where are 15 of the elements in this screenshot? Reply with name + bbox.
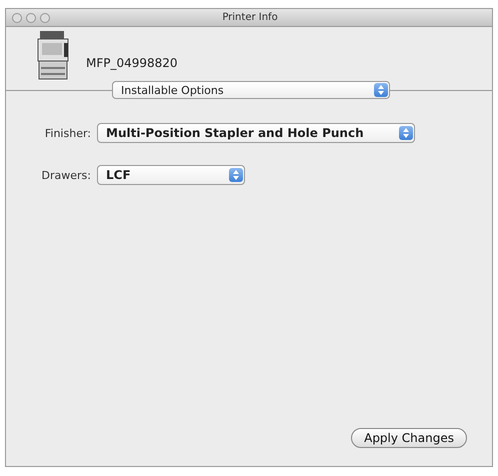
window-title: Printer Info (221, 12, 279, 23)
minimize-button[interactable] (26, 12, 36, 22)
options-popup[interactable]: Installable Options (112, 81, 390, 99)
option-popup[interactable]: Multi-Position Stapler and Hole Punch (97, 123, 415, 143)
popup-arrows-icon (374, 83, 388, 97)
printer-name: MFP_04998820 (86, 56, 178, 70)
option-label: Finisher: (44, 126, 91, 140)
popup-arrows-icon (399, 126, 413, 140)
apply-button[interactable]: Apply Changes (351, 428, 467, 448)
popup-arrows-icon (229, 168, 243, 182)
option-popup[interactable]: LCF (97, 165, 245, 185)
printer-icon (36, 31, 70, 81)
close-button[interactable] (12, 12, 22, 22)
option-label: Drawers: (40, 168, 91, 182)
zoom-button[interactable] (40, 12, 50, 22)
